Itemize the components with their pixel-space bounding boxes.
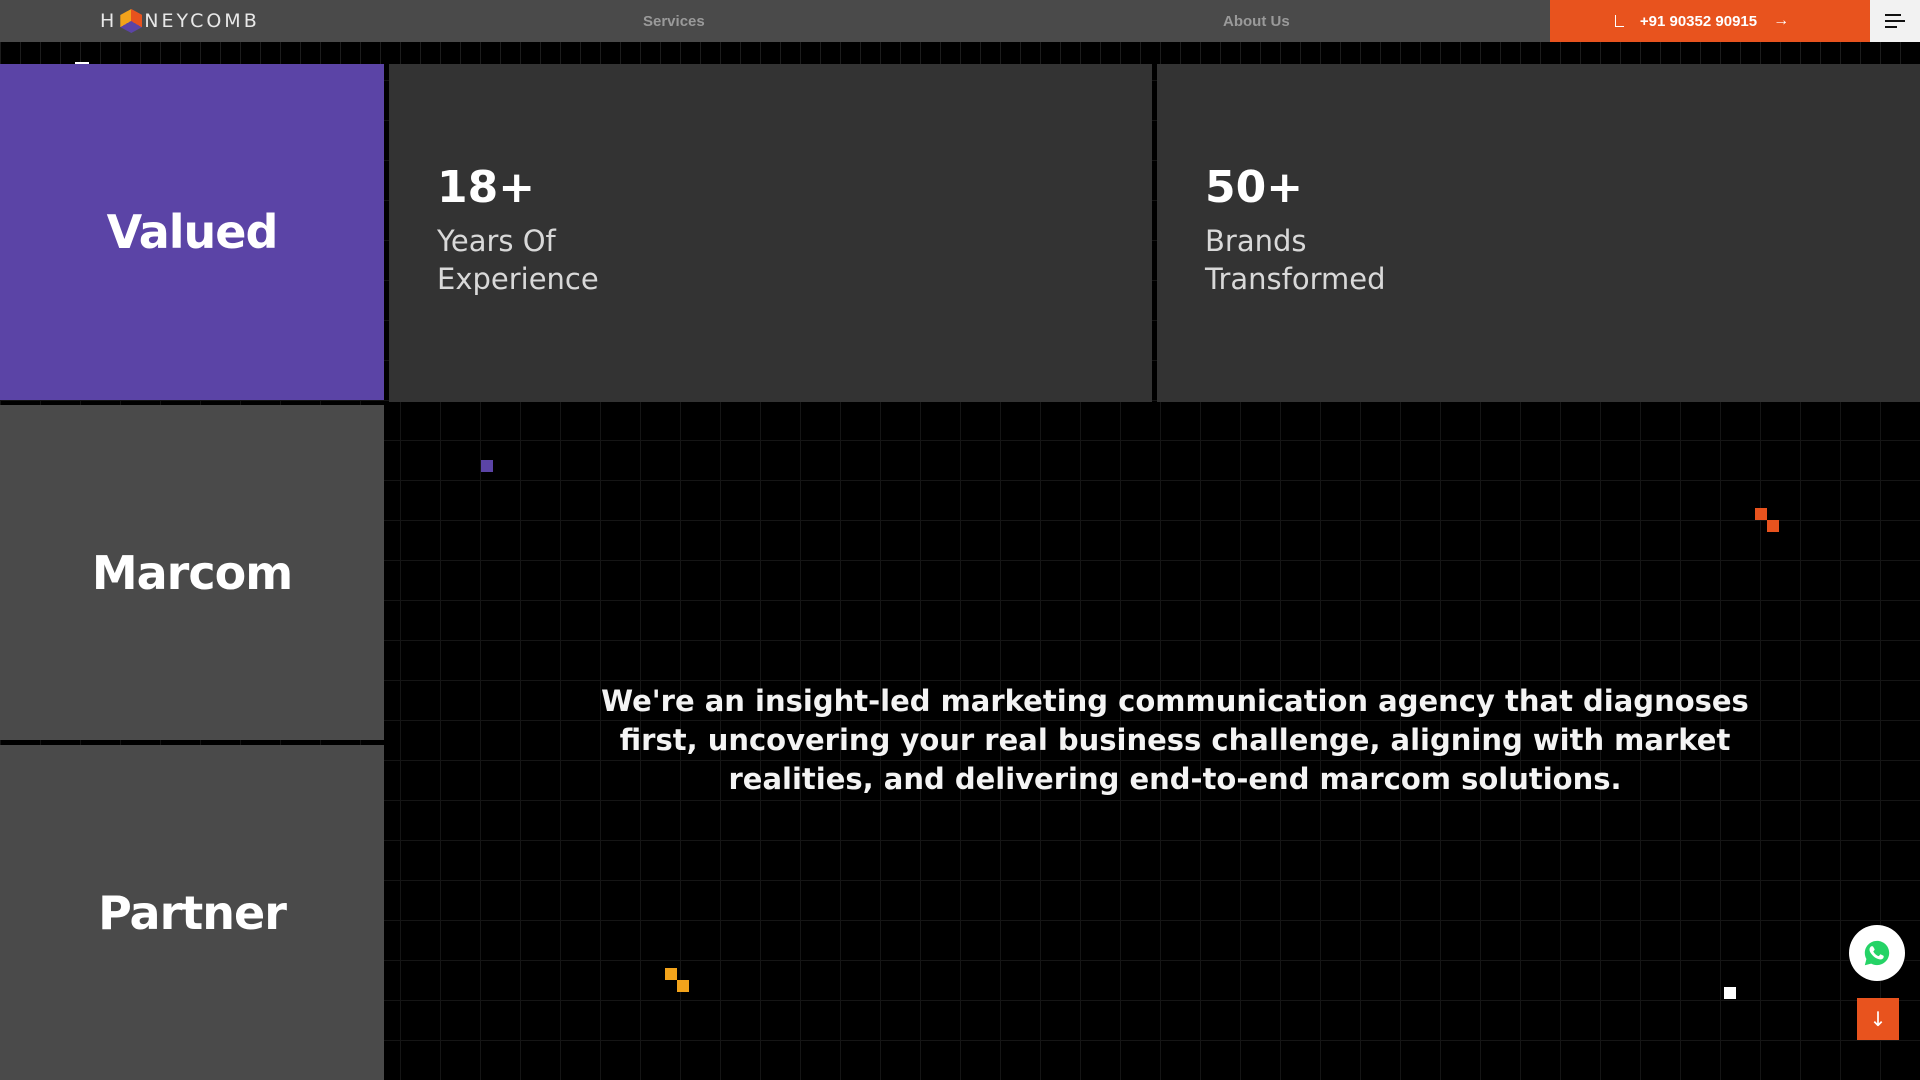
nav-about-link[interactable]: About Us — [1223, 0, 1290, 42]
tile-valued: Valued — [0, 64, 384, 400]
scroll-down-button[interactable]: ↓ — [1857, 998, 1899, 1040]
site-header: H NEYCOMB Services About Us +91 90352 90… — [0, 0, 1920, 42]
stat-years-label: Years Of Experience — [437, 224, 599, 296]
decor-square-purple — [481, 460, 493, 472]
stat-brands-label: Brands Transformed — [1205, 224, 1386, 296]
decor-square-white — [1724, 987, 1736, 999]
menu-icon — [1885, 14, 1905, 28]
logo-text-suffix: NEYCOMB — [144, 10, 260, 32]
logo-text-prefix: H — [100, 10, 118, 32]
decor-square-yellow — [665, 968, 677, 980]
whatsapp-button[interactable] — [1849, 925, 1905, 981]
tile-valued-text: Valued — [106, 205, 279, 259]
decor-square-orange — [1767, 520, 1779, 532]
tile-partner: Partner — [0, 745, 384, 1080]
stat-brands-card: 50+ Brands Transformed — [1157, 64, 1920, 402]
nav-services-link[interactable]: Services — [643, 0, 705, 42]
phone-number: +91 90352 90915 — [1639, 12, 1758, 30]
menu-button[interactable] — [1870, 0, 1920, 42]
stat-brands-value: 50+ — [1205, 162, 1304, 213]
decor-square-yellow — [677, 980, 689, 992]
arrow-right-icon: → — [1773, 12, 1790, 29]
tile-marcom-text: Marcom — [91, 545, 293, 600]
stat-years-value: 18+ — [437, 162, 536, 213]
tile-partner-text: Partner — [98, 885, 287, 940]
tile-marcom: Marcom — [0, 405, 384, 740]
phone-call-button[interactable]: +91 90352 90915 → — [1550, 0, 1870, 42]
logo[interactable]: H NEYCOMB — [100, 0, 260, 42]
arrow-down-icon: ↓ — [1869, 1007, 1887, 1031]
header-strip — [0, 42, 1920, 64]
decor-square-orange — [1755, 508, 1767, 520]
stat-years-card: 18+ Years Of Experience — [389, 64, 1152, 402]
agency-tagline: We're an insight-led marketing communica… — [601, 684, 1749, 796]
logo-hex-icon — [120, 9, 143, 33]
whatsapp-icon — [1864, 940, 1890, 966]
bracket-left-icon — [1614, 15, 1624, 27]
